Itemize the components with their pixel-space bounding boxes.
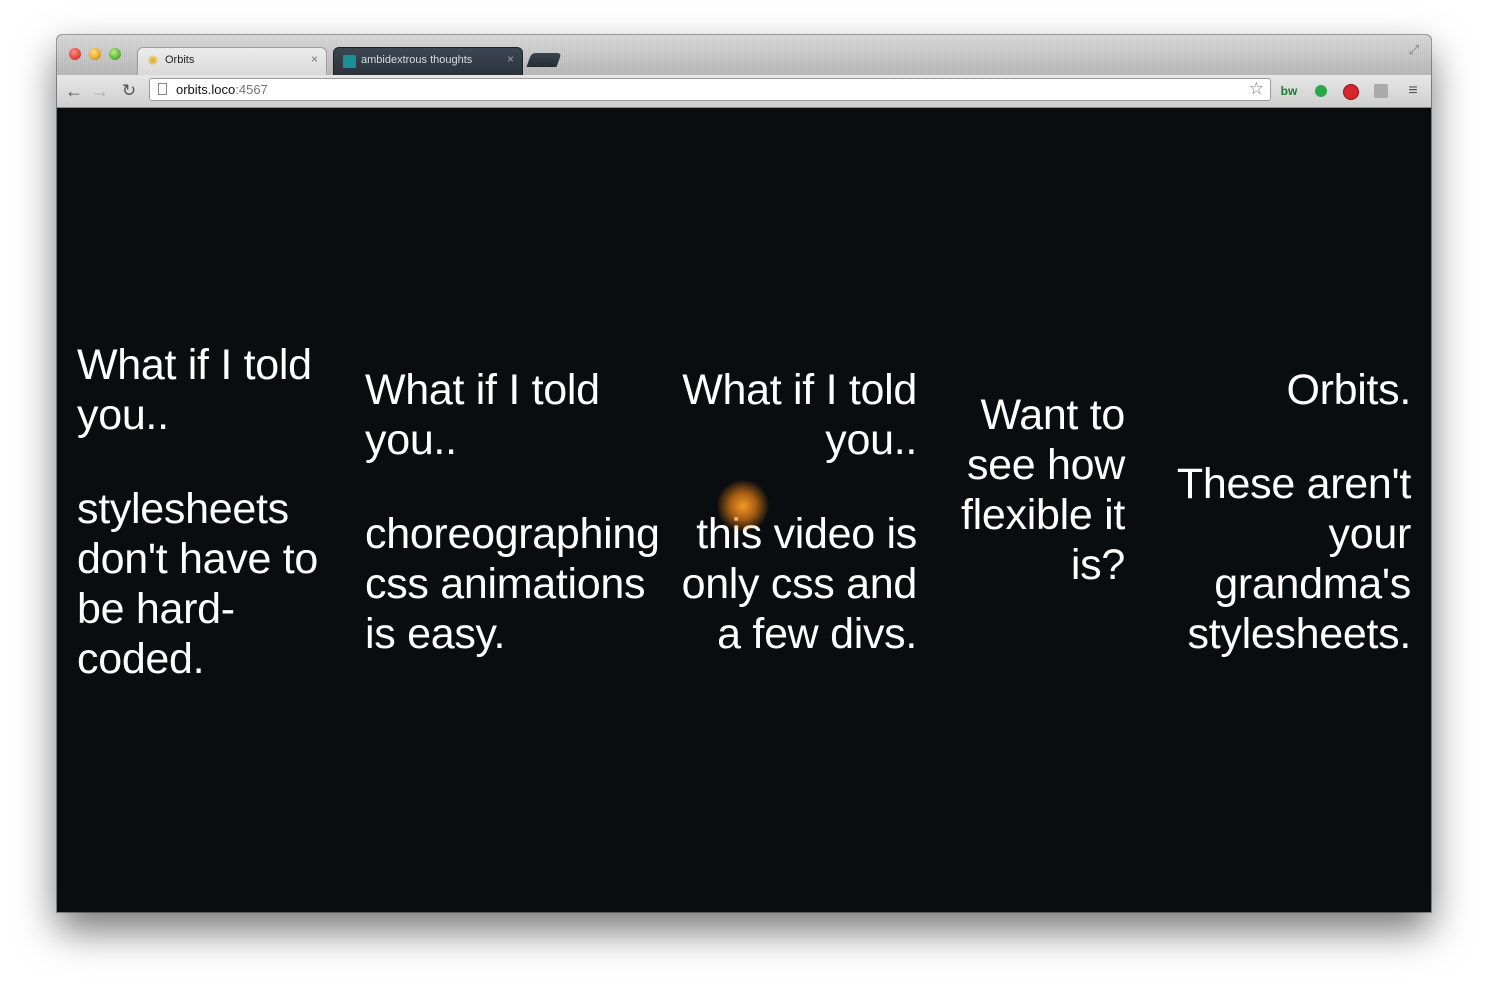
tab-orbits[interactable]: ✺ Orbits × — [137, 47, 327, 75]
adblock-extension-icon[interactable] — [1341, 81, 1361, 101]
address-bar[interactable]: orbits.loco:4567 ☆ — [149, 78, 1271, 101]
url-text[interactable]: orbits.loco:4567 — [176, 82, 268, 97]
slide-3: What if I told you.. this video is only … — [660, 365, 918, 659]
browser-toolbar: ← → ↻ orbits.loco:4567 ☆ bw ≡ — [57, 75, 1431, 108]
orbits-favicon-icon: ✺ — [147, 53, 159, 68]
zoom-window-button[interactable] — [109, 48, 121, 60]
minimize-window-button[interactable] — [89, 48, 101, 60]
green-extension-icon[interactable] — [1311, 81, 1331, 101]
slide-heading: What if I told you.. — [682, 366, 917, 464]
slide-body: These aren't your grandma's stylesheets. — [1176, 460, 1411, 658]
back-button[interactable]: ← — [63, 80, 85, 102]
slide-body: this video is only css and a few divs. — [681, 510, 918, 658]
tab-title: ambidextrous thoughts — [361, 54, 473, 66]
close-window-button[interactable] — [69, 48, 81, 60]
slide-body: stylesheets don't have to be hard-coded. — [77, 485, 318, 683]
forward-button[interactable]: → — [89, 80, 111, 102]
menu-icon[interactable]: ≡ — [1403, 81, 1423, 101]
slide-heading: Want to see how flexible it is? — [961, 391, 1125, 589]
fullscreen-icon[interactable]: ⤢ — [1407, 43, 1421, 57]
page-icon — [158, 83, 167, 95]
url-host: orbits.loco — [176, 82, 236, 97]
slide-1: What if I told you.. stylesheets don't h… — [77, 340, 347, 684]
browser-window: ✺ Orbits × ambidextrous thoughts × ⤢ ← →… — [57, 35, 1431, 912]
tag-extension-icon[interactable] — [1371, 81, 1391, 101]
slide-heading: What if I told you.. — [77, 341, 312, 439]
reload-button[interactable]: ↻ — [118, 80, 140, 102]
tab-ambidextrous-thoughts[interactable]: ambidextrous thoughts × — [333, 47, 523, 75]
ambidextrous-favicon-icon — [342, 54, 356, 68]
close-tab-icon[interactable]: × — [311, 52, 318, 66]
slide-heading: Orbits. — [1286, 366, 1411, 414]
bookmark-star-icon[interactable]: ☆ — [1249, 79, 1264, 99]
tab-title: Orbits — [165, 54, 195, 66]
tab-strip: ✺ Orbits × ambidextrous thoughts × ⤢ — [57, 35, 1431, 75]
url-port: :4567 — [235, 82, 268, 97]
slide-2: What if I told you.. choreographing css … — [365, 365, 680, 659]
slide-body: choreographing css animations is easy. — [365, 510, 660, 658]
close-tab-icon[interactable]: × — [507, 52, 514, 66]
slide-heading: What if I told you.. — [365, 366, 600, 464]
slide-5: Orbits. These aren't your grandma's styl… — [1161, 365, 1411, 659]
page-content: What if I told you.. stylesheets don't h… — [57, 108, 1431, 912]
bw-extension-icon[interactable]: bw — [1279, 81, 1299, 101]
slide-4: Want to see how flexible it is? — [937, 390, 1125, 590]
new-tab-button[interactable] — [526, 53, 562, 67]
